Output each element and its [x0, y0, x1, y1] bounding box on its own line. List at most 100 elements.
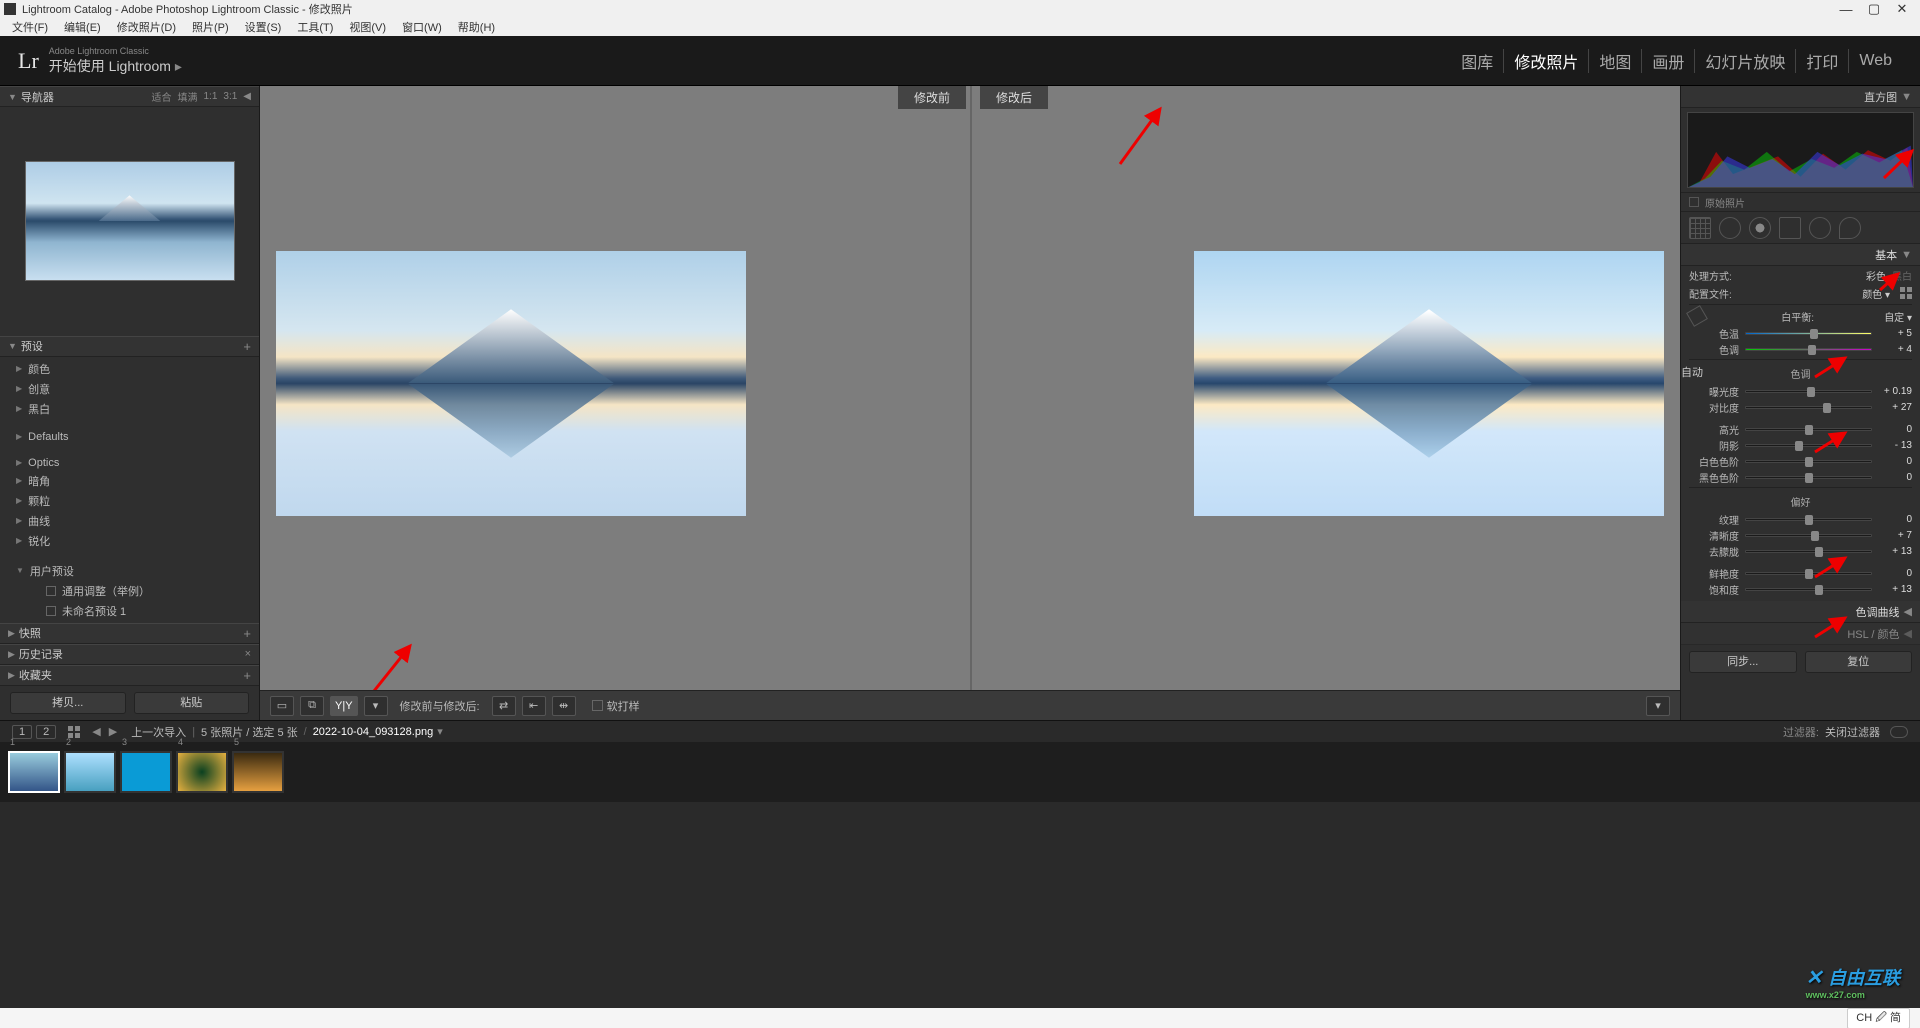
module-print[interactable]: 打印 [1796, 49, 1849, 73]
maximize-button[interactable]: ▢ [1860, 1, 1888, 17]
copy-before-button[interactable]: ⇤ [522, 696, 546, 716]
swap-button[interactable]: ⇄ [492, 696, 516, 716]
sync-button[interactable]: 同步... [1689, 651, 1797, 673]
filter-dropdown[interactable]: 关闭过滤器 [1825, 724, 1880, 740]
slider-去朦胧[interactable]: 去朦胧+ 13 [1681, 543, 1920, 559]
redeye-tool-icon[interactable] [1749, 217, 1771, 239]
navigator-header[interactable]: ▼ 导航器 适合 填满 1:1 3:1 ◀ [0, 86, 259, 107]
preset-group[interactable]: ▶颜色 [0, 359, 259, 379]
plus-icon[interactable]: + [243, 668, 251, 683]
navigator-thumbnail[interactable] [0, 107, 259, 336]
filter-lock-icon[interactable] [1890, 726, 1908, 738]
hsl-header[interactable]: HSL / 颜色◀ [1681, 623, 1920, 645]
slider-track[interactable] [1745, 444, 1872, 447]
treatment-color[interactable]: 彩色 [1866, 268, 1886, 283]
slider-track[interactable] [1745, 348, 1872, 351]
filmstrip-thumb[interactable]: 4 [176, 751, 228, 793]
preset-user-group[interactable]: ▼用户预设 [0, 561, 259, 581]
filmstrip-thumb[interactable]: 1 [8, 751, 60, 793]
slider-白色色阶[interactable]: 白色色阶0 [1681, 453, 1920, 469]
preset-user-item[interactable]: 通用调整（举例） [0, 581, 259, 601]
collections-header[interactable]: ▶ 收藏夹 + [0, 665, 259, 686]
module-book[interactable]: 画册 [1642, 49, 1695, 73]
slider-thumb[interactable] [1808, 345, 1816, 355]
preset-group[interactable]: ▶曲线 [0, 511, 259, 531]
menu-develop[interactable]: 修改照片(D) [109, 19, 184, 35]
slider-饱和度[interactable]: 饱和度+ 13 [1681, 581, 1920, 597]
slider-thumb[interactable] [1807, 387, 1815, 397]
history-header[interactable]: ▶ 历史记录 × [0, 644, 259, 665]
slider-track[interactable] [1745, 572, 1872, 575]
filmstrip-thumb[interactable]: 5 [232, 751, 284, 793]
slider-thumb[interactable] [1811, 531, 1819, 541]
slider-曝光度[interactable]: 曝光度+ 0.19 [1681, 383, 1920, 399]
module-web[interactable]: Web [1849, 52, 1902, 70]
slider-thumb[interactable] [1805, 515, 1813, 525]
auto-button[interactable]: 自动 [1681, 364, 1703, 380]
slider-thumb[interactable] [1815, 547, 1823, 557]
graduated-filter-tool-icon[interactable] [1779, 217, 1801, 239]
ime-indicator[interactable]: CH 🖉 简 [1847, 1008, 1910, 1028]
slider-纹理[interactable]: 纹理0 [1681, 511, 1920, 527]
brush-tool-icon[interactable] [1839, 217, 1861, 239]
second-window-1[interactable]: 1 [12, 725, 32, 739]
paste-button[interactable]: 粘贴 [134, 692, 250, 714]
wb-dropdown[interactable]: 自定 ▾ [1884, 309, 1912, 324]
filename-dropdown-icon[interactable]: ▾ [437, 725, 443, 738]
menu-view[interactable]: 视图(V) [341, 19, 394, 35]
menu-window[interactable]: 窗口(W) [394, 19, 450, 35]
menu-edit[interactable]: 编辑(E) [56, 19, 109, 35]
preset-user-item[interactable]: 未命名预设 1 [0, 601, 259, 621]
histogram-display[interactable] [1687, 112, 1914, 188]
slider-色温[interactable]: 色温+ 5 [1681, 325, 1920, 341]
close-button[interactable]: ✕ [1888, 1, 1916, 17]
slider-track[interactable] [1745, 390, 1872, 393]
plus-icon[interactable]: + [243, 626, 251, 641]
copy-button[interactable]: 拷贝... [10, 692, 126, 714]
preset-group[interactable]: ▶Defaults [0, 429, 259, 445]
slider-track[interactable] [1745, 534, 1872, 537]
copy-after-button[interactable]: ⇹ [552, 696, 576, 716]
slider-thumb[interactable] [1805, 473, 1813, 483]
prev-photo-icon[interactable]: ◀ [92, 725, 100, 738]
plus-icon[interactable]: + [243, 339, 251, 354]
slider-track[interactable] [1745, 332, 1872, 335]
radial-filter-tool-icon[interactable] [1809, 217, 1831, 239]
photo-after[interactable] [1194, 251, 1664, 516]
treatment-bw[interactable]: 黑白 [1892, 268, 1912, 283]
menu-help[interactable]: 帮助(H) [450, 19, 503, 35]
slider-thumb[interactable] [1815, 585, 1823, 595]
original-photo-row[interactable]: 原始照片 [1681, 192, 1920, 212]
profile-dropdown[interactable]: 颜色 ▾ [1862, 286, 1890, 301]
filmstrip-thumb[interactable]: 2 [64, 751, 116, 793]
basic-panel-header[interactable]: 基本▼ [1681, 244, 1920, 266]
module-develop[interactable]: 修改照片 [1504, 49, 1589, 73]
slider-thumb[interactable] [1810, 329, 1818, 339]
spot-removal-tool-icon[interactable] [1719, 217, 1741, 239]
before-after-yy-button[interactable]: Y|Y [330, 696, 358, 716]
slider-thumb[interactable] [1805, 425, 1813, 435]
crop-tool-icon[interactable] [1689, 217, 1711, 239]
slider-track[interactable] [1745, 518, 1872, 521]
slider-track[interactable] [1745, 460, 1872, 463]
second-window-2[interactable]: 2 [36, 725, 56, 739]
grid-icon[interactable] [68, 726, 80, 738]
module-map[interactable]: 地图 [1589, 49, 1642, 73]
menu-tools[interactable]: 工具(T) [289, 19, 341, 35]
slider-track[interactable] [1745, 428, 1872, 431]
checkbox-icon[interactable] [1689, 197, 1699, 207]
presets-header[interactable]: ▼ 预设 + [0, 336, 259, 357]
menu-settings[interactable]: 设置(S) [237, 19, 290, 35]
preset-group[interactable]: ▶创意 [0, 379, 259, 399]
slider-清晰度[interactable]: 清晰度+ 7 [1681, 527, 1920, 543]
eyedropper-icon[interactable] [1686, 305, 1708, 327]
preset-group[interactable]: ▶锐化 [0, 531, 259, 551]
slider-黑色色阶[interactable]: 黑色色阶0 [1681, 469, 1920, 485]
slider-对比度[interactable]: 对比度+ 27 [1681, 399, 1920, 415]
slider-track[interactable] [1745, 476, 1872, 479]
next-photo-icon[interactable]: ▶ [109, 725, 117, 738]
slider-鲜艳度[interactable]: 鲜艳度0 [1681, 565, 1920, 581]
slider-thumb[interactable] [1795, 441, 1803, 451]
profile-browser-icon[interactable] [1900, 287, 1912, 299]
module-library[interactable]: 图库 [1451, 49, 1504, 73]
